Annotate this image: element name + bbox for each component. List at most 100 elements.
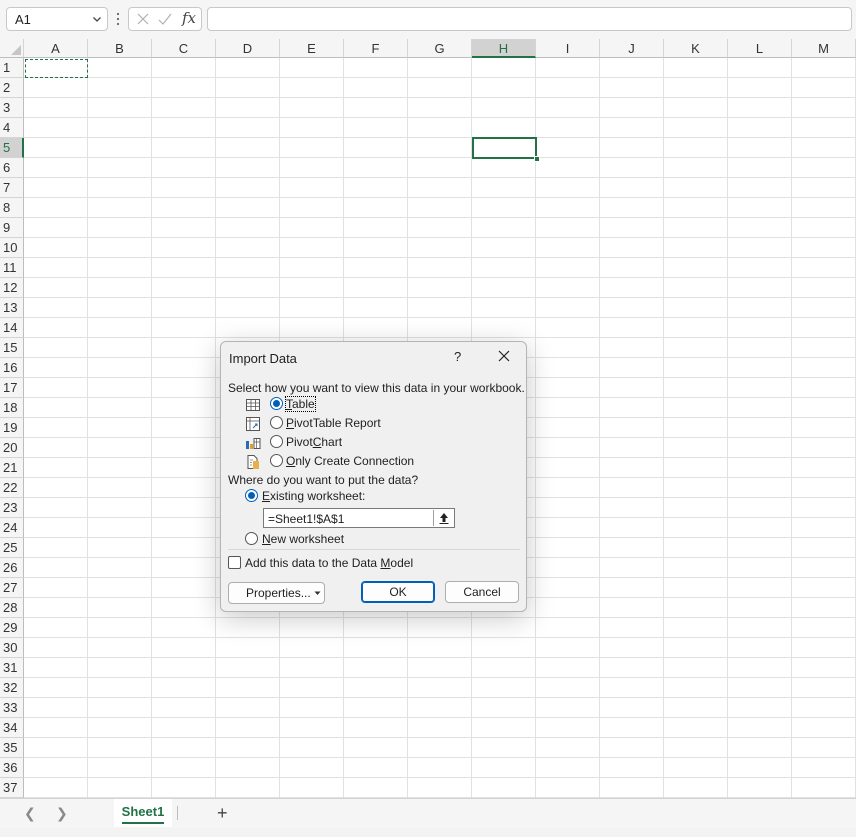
collapse-dialog-button[interactable] xyxy=(433,510,453,526)
accelerator-key: P xyxy=(286,416,295,430)
formula-input[interactable] xyxy=(207,7,852,31)
row-header-31[interactable]: 31 xyxy=(0,658,24,678)
new-worksheet-label[interactable]: New worksheet xyxy=(262,532,344,546)
existing-worksheet-label[interactable]: Existing worksheet: xyxy=(262,489,365,503)
pivotchart-radio[interactable] xyxy=(270,435,283,448)
pivottable-icon xyxy=(246,417,260,431)
next-sheet-icon[interactable]: ❯ xyxy=(56,805,68,822)
table-icon xyxy=(246,399,260,411)
row-header-26[interactable]: 26 xyxy=(0,558,24,578)
row-header-35[interactable]: 35 xyxy=(0,738,24,758)
name-box[interactable]: A1 xyxy=(6,7,108,31)
row-header-36[interactable]: 36 xyxy=(0,758,24,778)
row-header-12[interactable]: 12 xyxy=(0,278,24,298)
row-header-28[interactable]: 28 xyxy=(0,598,24,618)
row-header-8[interactable]: 8 xyxy=(0,198,24,218)
row-header-13[interactable]: 13 xyxy=(0,298,24,318)
table-option-label[interactable]: Table xyxy=(285,396,316,412)
dialog-separator xyxy=(228,549,520,550)
accelerator-key: O xyxy=(286,454,296,468)
column-header-i[interactable]: I xyxy=(536,39,600,58)
label-text: able xyxy=(292,397,315,411)
row-header-24[interactable]: 24 xyxy=(0,518,24,538)
table-radio[interactable] xyxy=(270,397,283,410)
copy-marquee xyxy=(25,59,88,78)
row-header-6[interactable]: 6 xyxy=(0,158,24,178)
select-all-button[interactable] xyxy=(0,39,24,58)
import-data-dialog: Import Data ? Select how you want to vie… xyxy=(220,341,527,612)
more-options-icon[interactable] xyxy=(115,11,121,27)
properties-label: Properties... xyxy=(246,586,311,600)
row-header-10[interactable]: 10 xyxy=(0,238,24,258)
label-text: xisting worksheet: xyxy=(270,489,366,503)
chevron-down-icon[interactable] xyxy=(92,14,102,24)
new-worksheet-radio[interactable] xyxy=(245,532,258,545)
column-header-g[interactable]: G xyxy=(408,39,472,58)
row-header-21[interactable]: 21 xyxy=(0,458,24,478)
data-model-label[interactable]: Add this data to the Data Model xyxy=(245,556,413,570)
label-text: nly Create Connection xyxy=(295,454,415,468)
row-header-30[interactable]: 30 xyxy=(0,638,24,658)
row-header-34[interactable]: 34 xyxy=(0,718,24,738)
cancel-button[interactable]: Cancel xyxy=(445,581,519,603)
row-header-7[interactable]: 7 xyxy=(0,178,24,198)
row-header-29[interactable]: 29 xyxy=(0,618,24,638)
row-header-3[interactable]: 3 xyxy=(0,98,24,118)
pivottable-option-label[interactable]: PivotTable Report xyxy=(286,416,381,430)
row-header-4[interactable]: 4 xyxy=(0,118,24,138)
row-header-16[interactable]: 16 xyxy=(0,358,24,378)
column-header-h[interactable]: H xyxy=(472,39,536,58)
column-header-e[interactable]: E xyxy=(280,39,344,58)
row-header-33[interactable]: 33 xyxy=(0,698,24,718)
sheet-tab-label: Sheet1 xyxy=(121,804,165,819)
row-header-22[interactable]: 22 xyxy=(0,478,24,498)
active-cell[interactable] xyxy=(472,137,537,159)
formula-bar-buttons: fx xyxy=(128,7,202,31)
ok-button[interactable]: OK xyxy=(361,581,435,603)
reference-value: =Sheet1!$A$1 xyxy=(268,512,345,526)
pivotchart-option-label[interactable]: PivotChart xyxy=(286,435,342,449)
status-bar xyxy=(0,828,856,837)
row-header-9[interactable]: 9 xyxy=(0,218,24,238)
row-header-11[interactable]: 11 xyxy=(0,258,24,278)
column-header-b[interactable]: B xyxy=(88,39,152,58)
insert-function-icon[interactable]: fx xyxy=(182,9,196,27)
row-header-37[interactable]: 37 xyxy=(0,778,24,798)
row-header-18[interactable]: 18 xyxy=(0,398,24,418)
enter-icon[interactable] xyxy=(157,11,173,30)
column-header-d[interactable]: D xyxy=(216,39,280,58)
row-header-27[interactable]: 27 xyxy=(0,578,24,598)
row-header-23[interactable]: 23 xyxy=(0,498,24,518)
cancel-icon[interactable] xyxy=(135,11,151,30)
connection-option-label[interactable]: Only Create Connection xyxy=(286,454,414,468)
column-header-j[interactable]: J xyxy=(600,39,664,58)
help-button[interactable]: ? xyxy=(454,349,461,364)
row-header-1[interactable]: 1 xyxy=(0,58,24,78)
pivottable-radio[interactable] xyxy=(270,416,283,429)
close-icon[interactable] xyxy=(497,349,511,363)
row-header-15[interactable]: 15 xyxy=(0,338,24,358)
column-header-m[interactable]: M xyxy=(792,39,856,58)
row-header-25[interactable]: 25 xyxy=(0,538,24,558)
column-header-c[interactable]: C xyxy=(152,39,216,58)
data-model-checkbox[interactable] xyxy=(228,556,241,569)
previous-sheet-icon[interactable]: ❮ xyxy=(24,805,36,822)
row-header-14[interactable]: 14 xyxy=(0,318,24,338)
sheet-tab-sheet1[interactable]: Sheet1 xyxy=(114,799,172,827)
fill-handle[interactable] xyxy=(534,156,540,162)
row-header-20[interactable]: 20 xyxy=(0,438,24,458)
connection-radio[interactable] xyxy=(270,454,283,467)
row-header-5[interactable]: 5 xyxy=(0,138,24,158)
row-header-2[interactable]: 2 xyxy=(0,78,24,98)
row-header-19[interactable]: 19 xyxy=(0,418,24,438)
column-header-f[interactable]: F xyxy=(344,39,408,58)
reference-input[interactable]: =Sheet1!$A$1 xyxy=(263,508,455,528)
column-header-l[interactable]: L xyxy=(728,39,792,58)
row-header-32[interactable]: 32 xyxy=(0,678,24,698)
column-header-a[interactable]: A xyxy=(24,39,88,58)
column-header-k[interactable]: K xyxy=(664,39,728,58)
add-sheet-button[interactable]: + xyxy=(217,803,228,824)
existing-worksheet-radio[interactable] xyxy=(245,489,258,502)
row-header-17[interactable]: 17 xyxy=(0,378,24,398)
properties-button[interactable]: Properties... xyxy=(228,582,325,604)
